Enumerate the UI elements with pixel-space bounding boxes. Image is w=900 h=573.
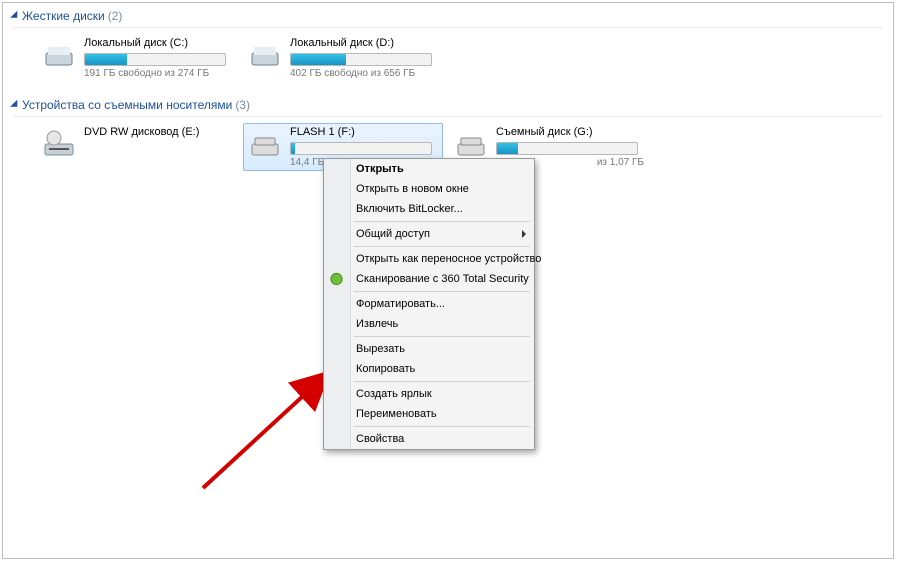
menu-label: Включить BitLocker... [356,203,463,215]
menu-separator [354,336,530,337]
menu-separator [354,381,530,382]
menu-share[interactable]: Общий доступ [324,224,534,244]
group-title: Жесткие диски [22,9,105,23]
explorer-window: Жесткие диски (2) Локальный диск (C:) 19… [2,2,894,559]
menu-rename[interactable]: Переименовать [324,404,534,424]
menu-create-shortcut[interactable]: Создать ярлык [324,384,534,404]
menu-label: Переименовать [356,408,437,420]
capacity-bar [496,142,638,155]
menu-cut[interactable]: Вырезать [324,339,534,359]
menu-label: Вырезать [356,343,405,355]
menu-label: Открыть в новом окне [356,183,469,195]
menu-open[interactable]: Открыть [324,159,534,179]
group-header-hdd[interactable]: Жесткие диски (2) [3,3,893,25]
menu-separator [354,426,530,427]
capacity-bar [84,53,226,66]
drive-status: 402 ГБ свободно из 656 ГБ [290,68,438,79]
menu-format[interactable]: Форматировать... [324,294,534,314]
drive-d[interactable]: Локальный диск (D:) 402 ГБ свободно из 6… [243,34,443,82]
capacity-bar [290,142,432,155]
drive-dvd-e[interactable]: DVD RW дисковод (E:) [37,123,237,171]
context-menu: Открыть Открыть в новом окне Включить Bi… [323,158,535,450]
menu-label: Создать ярлык [356,388,432,400]
shield-icon [329,272,344,287]
menu-scan-360[interactable]: Сканирование с 360 Total Security [324,269,534,289]
menu-separator [354,246,530,247]
flash-drive-icon [248,126,282,160]
capacity-bar [290,53,432,66]
menu-separator [354,291,530,292]
divider [13,27,883,28]
drive-status: 191 ГБ свободно из 274 ГБ [84,68,232,79]
expand-icon [10,11,21,22]
drive-label: FLASH 1 (F:) [290,126,438,138]
menu-label: Копировать [356,363,415,375]
flash-drive-icon [454,126,488,160]
menu-separator [354,221,530,222]
menu-label: Общий доступ [356,228,430,240]
drive-label: DVD RW дисковод (E:) [84,126,232,138]
menu-label: Сканирование с 360 Total Security [356,273,529,285]
hdd-drives-row: Локальный диск (C:) 191 ГБ свободно из 2… [3,34,893,82]
hard-drive-icon [42,37,76,71]
drive-label: Локальный диск (C:) [84,37,232,49]
menu-copy[interactable]: Копировать [324,359,534,379]
hard-drive-icon [248,37,282,71]
menu-label: Открыть как переносное устройство [356,253,541,265]
dvd-drive-icon [42,126,76,160]
group-count: (2) [108,9,123,23]
group-header-removable[interactable]: Устройства со съемными носителями (3) [3,92,893,114]
divider [13,116,883,117]
menu-label: Открыть [356,163,404,175]
group-title: Устройства со съемными носителями [22,98,232,112]
menu-label: Форматировать... [356,298,445,310]
menu-label: Свойства [356,433,404,445]
menu-properties[interactable]: Свойства [324,429,534,449]
drive-label: Локальный диск (D:) [290,37,438,49]
menu-label: Извлечь [356,318,398,330]
menu-bitlocker[interactable]: Включить BitLocker... [324,199,534,219]
expand-icon [10,100,21,111]
group-count: (3) [235,98,250,112]
menu-eject[interactable]: Извлечь [324,314,534,334]
menu-open-new-window[interactable]: Открыть в новом окне [324,179,534,199]
menu-open-portable[interactable]: Открыть как переносное устройство [324,249,534,269]
drive-label: Съемный диск (G:) [496,126,644,138]
drive-c[interactable]: Локальный диск (C:) 191 ГБ свободно из 2… [37,34,237,82]
submenu-arrow-icon [522,230,526,238]
